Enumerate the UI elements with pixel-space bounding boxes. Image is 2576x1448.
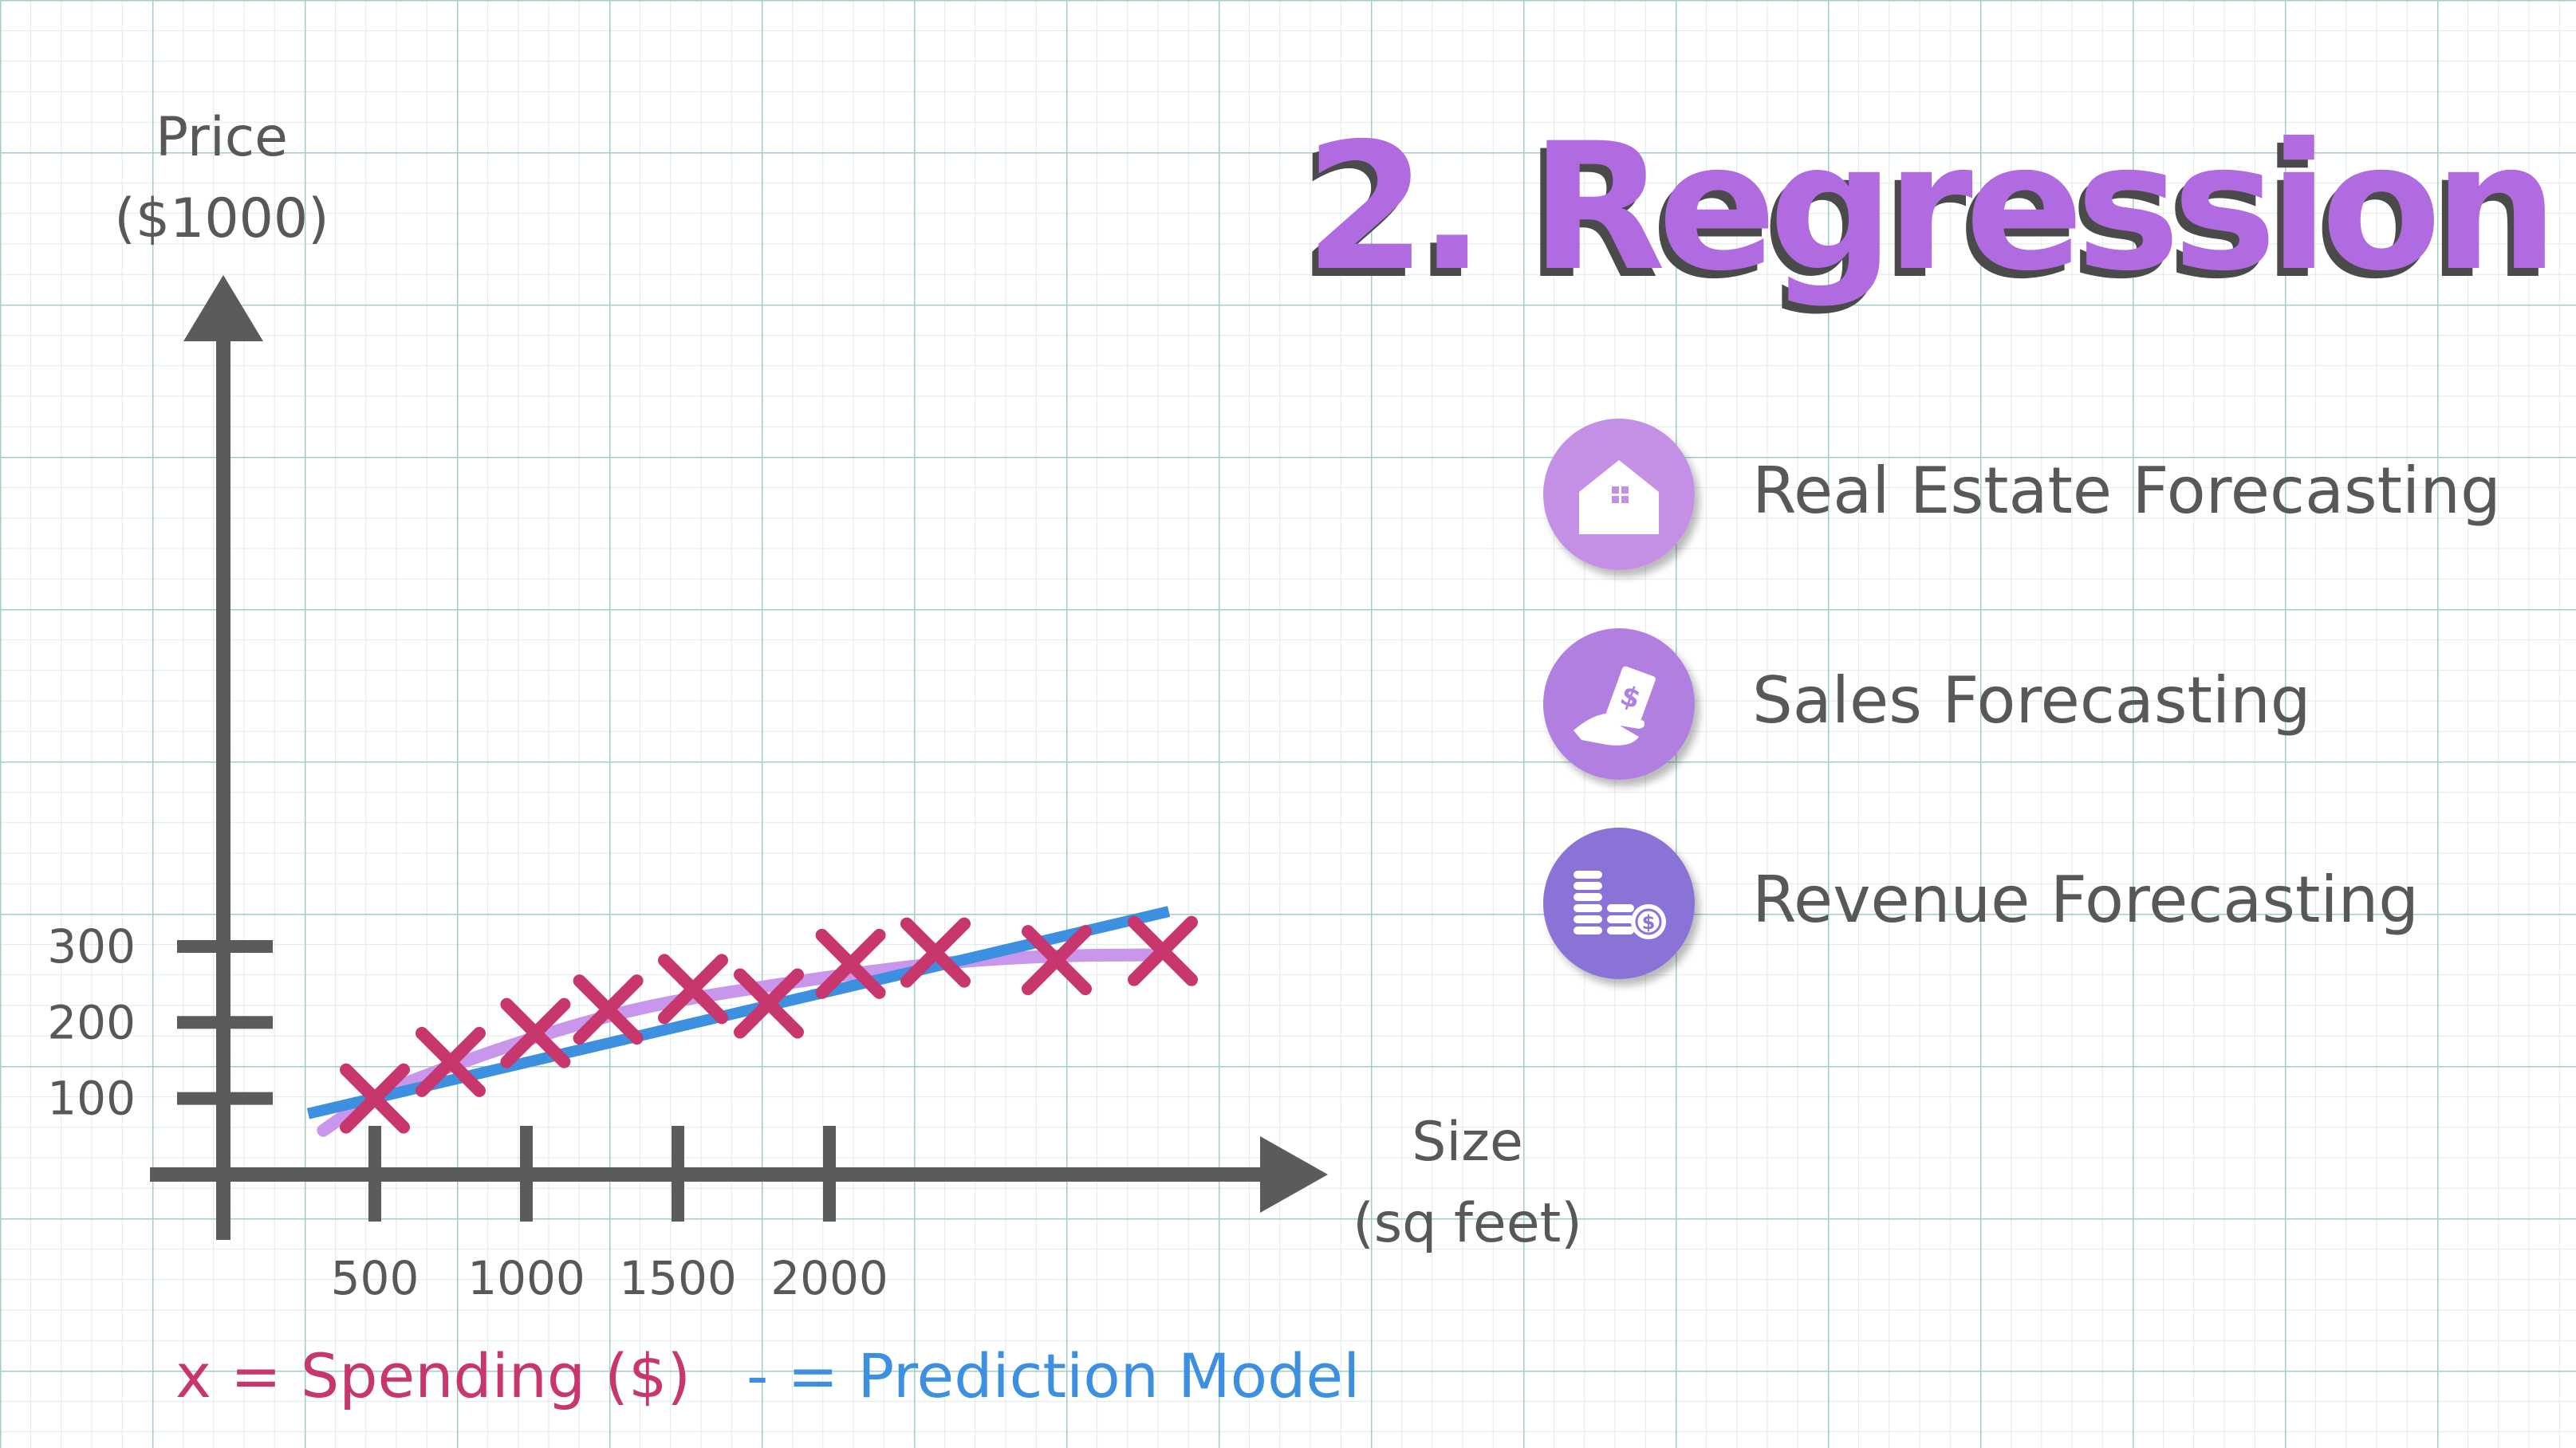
use-case-label: Sales Forecasting	[1752, 663, 2311, 738]
y-tick-label: 300	[47, 919, 136, 974]
legend: x = Spending ($) - = Prediction Model	[175, 1340, 1360, 1411]
use-case-real-estate: Real Estate Forecasting	[1543, 419, 2556, 578]
money-hand-icon: $	[1543, 628, 1695, 780]
legend-item: - = Prediction Model	[746, 1340, 1360, 1411]
ylabel-line: Price	[156, 106, 288, 169]
coins-stack-icon: $	[1543, 828, 1695, 979]
x-tick-label: 500	[331, 1251, 419, 1305]
legend-item: x = Spending ($)	[175, 1340, 691, 1411]
y-tick-label: 100	[47, 1072, 136, 1126]
page-title: 2. Regression	[1304, 105, 2558, 309]
use-case-label: Real Estate Forecasting	[1752, 454, 2501, 528]
use-case-sales: $ Sales Forecasting	[1543, 628, 2556, 788]
svg-text:$: $	[1642, 911, 1656, 934]
use-case-revenue: $ Revenue Forecasting	[1543, 828, 2556, 987]
x-tick-label: 2000	[770, 1251, 888, 1305]
use-case-label: Revenue Forecasting	[1752, 863, 2420, 937]
xlabel-line: (sq feet)	[1353, 1192, 1582, 1255]
ylabel-line: ($1000)	[114, 187, 329, 250]
house-icon	[1543, 419, 1695, 570]
x-tick-label: 1000	[467, 1251, 585, 1305]
xlabel-line: Size	[1412, 1111, 1523, 1174]
y-tick-label: 200	[47, 995, 136, 1049]
x-tick-label: 1500	[619, 1251, 737, 1305]
